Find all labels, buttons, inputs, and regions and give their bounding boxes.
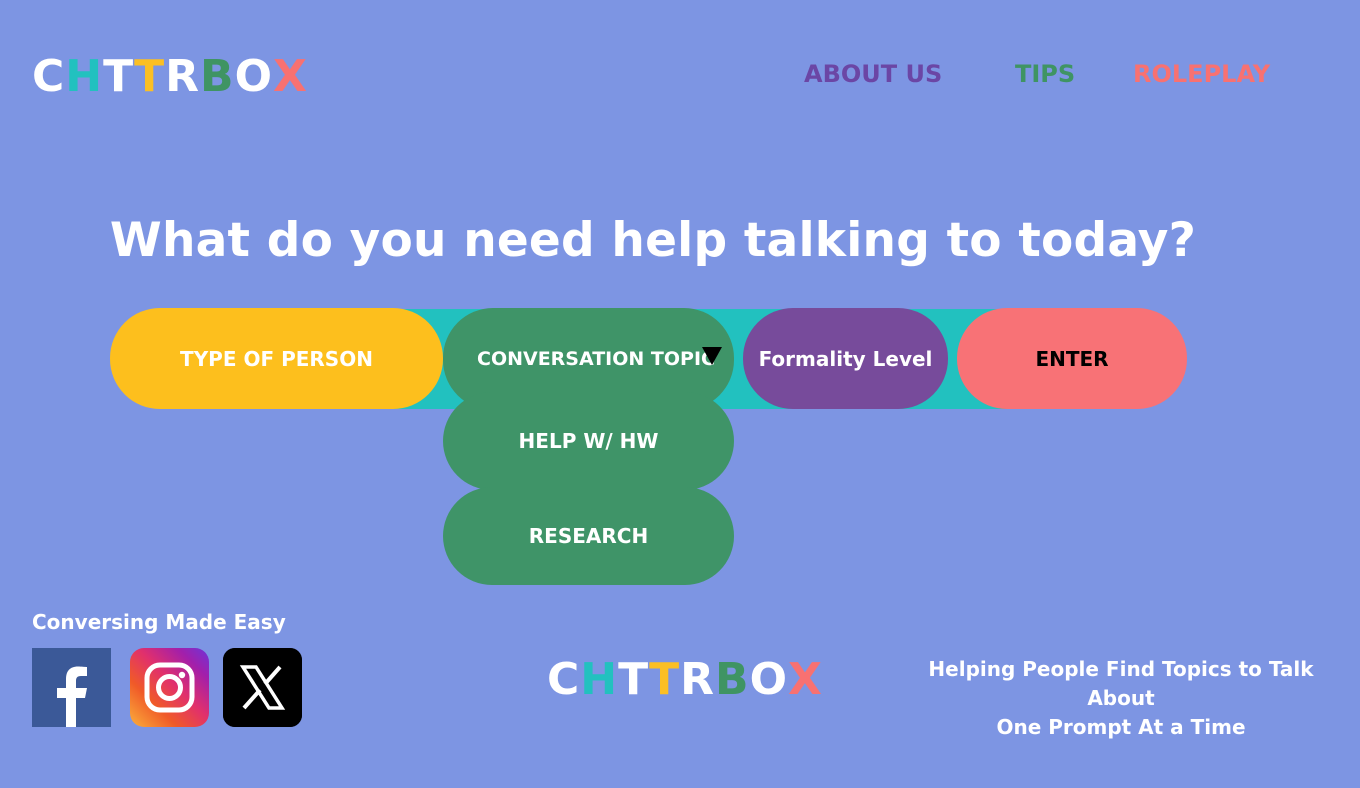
- formality-level-selector[interactable]: Formality Level: [743, 308, 948, 409]
- logo-letter: B: [715, 654, 750, 705]
- nav-tips[interactable]: TIPS: [1015, 62, 1075, 86]
- logo-letter: T: [618, 654, 650, 705]
- logo-letter: C: [32, 51, 66, 102]
- logo-letter: O: [749, 654, 788, 705]
- logo-letter: X: [273, 51, 308, 102]
- logo-letter: T: [134, 51, 166, 102]
- nav-about-us[interactable]: ABOUT US: [804, 62, 942, 86]
- chevron-down-icon: [702, 347, 722, 365]
- footer-tagline: Conversing Made Easy: [32, 610, 286, 634]
- logo-letter: R: [165, 51, 201, 102]
- type-of-person-selector[interactable]: TYPE OF PERSON: [110, 308, 443, 409]
- footer-slogan-line2: One Prompt At a Time: [996, 715, 1246, 739]
- logo-letter: C: [547, 654, 581, 705]
- dropdown-option-help-hw[interactable]: HELP W/ HW: [443, 392, 734, 490]
- instagram-icon[interactable]: [130, 648, 209, 727]
- logo-letter: O: [234, 51, 273, 102]
- logo-letter: T: [649, 654, 681, 705]
- dropdown-option-label: HELP W/ HW: [518, 429, 659, 453]
- page-headline: What do you need help talking to today?: [109, 213, 1197, 268]
- logo-letter: B: [200, 51, 235, 102]
- dropdown-option-label: RESEARCH: [528, 524, 649, 548]
- footer-slogan-line1: Helping People Find Topics to Talk About: [928, 657, 1314, 710]
- dropdown-option-research[interactable]: RESEARCH: [443, 487, 734, 585]
- formality-level-label: Formality Level: [758, 346, 933, 371]
- conversation-topic-label: CONVERSATION TOPIC: [477, 347, 715, 370]
- brand-logo[interactable]: C H T T R B O X: [32, 55, 308, 99]
- logo-letter: R: [680, 654, 716, 705]
- logo-letter: H: [65, 51, 104, 102]
- logo-letter: T: [103, 51, 135, 102]
- nav-roleplay[interactable]: ROLEPLAY: [1133, 62, 1270, 86]
- logo-letter: H: [580, 654, 619, 705]
- type-of-person-label: TYPE OF PERSON: [180, 346, 373, 371]
- logo-letter: X: [788, 654, 823, 705]
- footer-brand-logo[interactable]: C H T T R B O X: [547, 658, 823, 702]
- enter-button[interactable]: ENTER: [957, 308, 1187, 409]
- facebook-icon[interactable]: [32, 648, 111, 727]
- x-icon[interactable]: [223, 648, 302, 727]
- footer-slogan: Helping People Find Topics to Talk About…: [900, 655, 1342, 742]
- enter-label: ENTER: [1035, 346, 1109, 371]
